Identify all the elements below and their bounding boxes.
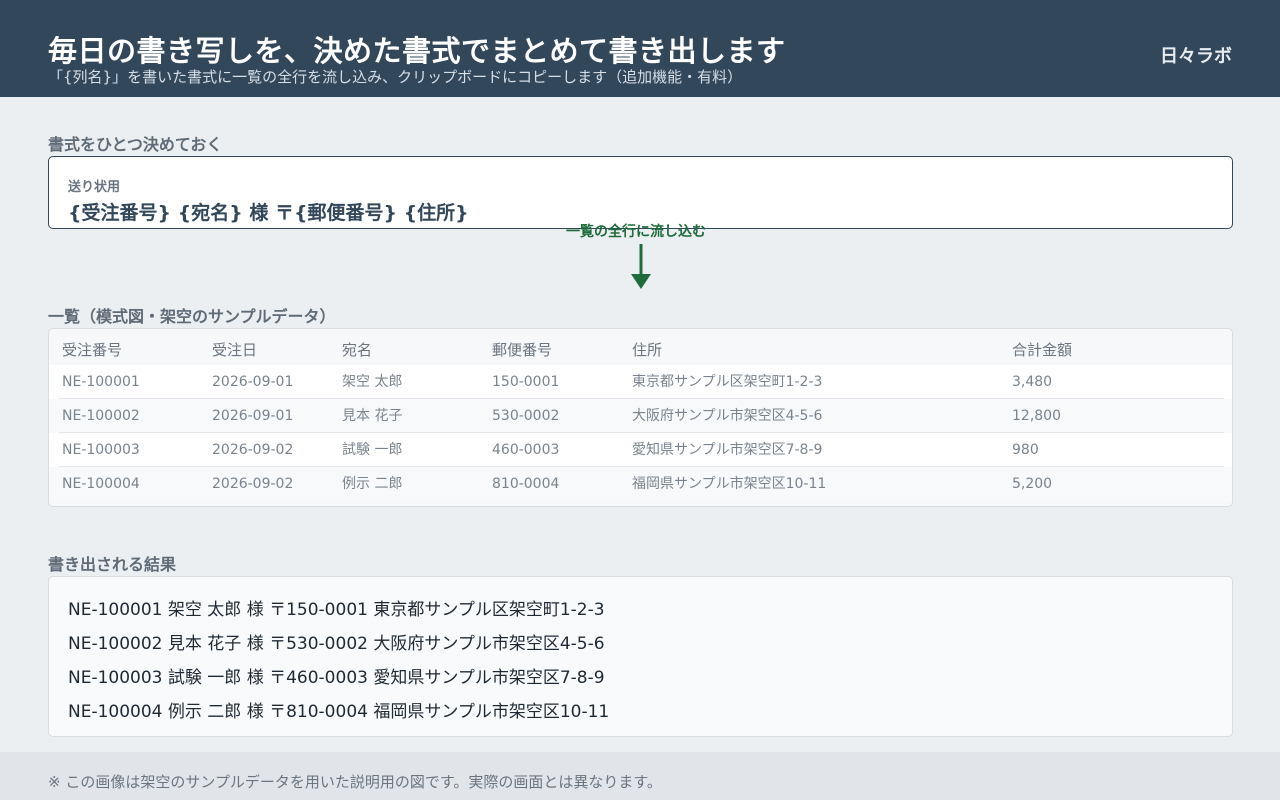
result-line: NE-100003 試験 一郎 様 〒460-0003 愛知県サンプル市架空区7… [68,668,605,688]
table-row: NE-100003 2026-09-02 試験 一郎 460-0003 愛知県サ… [49,433,1232,467]
result-section-label: 書き出される結果 [48,555,177,574]
page-subtitle: 「{列名}」を書いた書式に一覧の全行を流し込み、クリップボードにコピーします（追… [48,68,743,86]
table-cell: 見本 花子 [342,408,403,424]
column-header: 宛名 [342,341,373,359]
table-cell: 愛知県サンプル市架空区7-8-9 [632,442,823,458]
table-cell: 150-0001 [492,374,560,390]
table-cell: NE-100002 [62,408,140,424]
table-cell: 2026-09-02 [212,442,294,458]
app-header: 毎日の書き写しを、決めた書式でまとめて書き出します 「{列名}」を書いた書式に一… [0,0,1280,97]
result-line: NE-100001 架空 太郎 様 〒150-0001 東京都サンプル区架空町1… [68,600,605,620]
table-header-row: 受注番号 受注日 宛名 郵便番号 住所 合計金額 [49,333,1232,363]
brand-logo: 日々ラボ [1160,46,1232,67]
table-section-label: 一覧（模式図・架空のサンプルデータ） [48,307,336,326]
table-cell: 2026-09-01 [212,408,294,424]
table-cell: 福岡県サンプル市架空区10-11 [632,476,827,492]
column-header: 受注日 [212,341,258,359]
table-cell: 2026-09-01 [212,374,294,390]
result-line: NE-100002 見本 花子 様 〒530-0002 大阪府サンプル市架空区4… [68,634,605,654]
table-cell: 460-0003 [492,442,560,458]
table-row: NE-100001 2026-09-01 架空 太郎 150-0001 東京都サ… [49,365,1232,399]
table-cell: 東京都サンプル区架空町1-2-3 [632,374,823,390]
table-cell: 980 [1012,442,1039,458]
page-title: 毎日の書き写しを、決めた書式でまとめて書き出します [48,34,786,68]
arrow-down-icon [631,244,651,289]
column-header: 受注番号 [62,341,123,359]
format-template-box[interactable]: 送り状用 {受注番号} {宛名} 様 〒{郵便番号} {住所} [48,156,1233,229]
table-row: NE-100004 2026-09-02 例示 二郎 810-0004 福岡県サ… [49,467,1232,501]
column-header: 住所 [632,341,663,359]
table-cell: 12,800 [1012,408,1061,424]
table-cell: 試験 一郎 [342,442,403,458]
data-table: 受注番号 受注日 宛名 郵便番号 住所 合計金額 NE-100001 2026-… [48,328,1233,507]
result-output-box[interactable]: NE-100001 架空 太郎 様 〒150-0001 東京都サンプル区架空町1… [48,576,1233,737]
table-cell: NE-100001 [62,374,140,390]
table-row: NE-100002 2026-09-01 見本 花子 530-0002 大阪府サ… [49,399,1232,433]
column-header: 合計金額 [1012,341,1073,359]
table-cell: 810-0004 [492,476,560,492]
format-section-label: 書式をひとつ決めておく [48,135,223,154]
flow-label: 一覧の全行に流し込む [566,224,706,240]
table-cell: 5,200 [1012,476,1053,492]
table-cell: NE-100003 [62,442,140,458]
table-cell: 大阪府サンプル市架空区4-5-6 [632,408,823,424]
table-cell: 530-0002 [492,408,560,424]
table-cell: NE-100004 [62,476,140,492]
result-line: NE-100004 例示 二郎 様 〒810-0004 福岡県サンプル市架空区1… [68,702,610,722]
footer: ※ この画像は架空のサンプルデータを用いた説明用の図です。実際の画面とは異なりま… [0,752,1280,800]
table-cell: 例示 二郎 [342,476,403,492]
column-header: 郵便番号 [492,341,553,359]
table-cell: 架空 太郎 [342,374,403,390]
disclaimer-note: ※ この画像は架空のサンプルデータを用いた説明用の図です。実際の画面とは異なりま… [48,773,662,791]
table-cell: 2026-09-02 [212,476,294,492]
format-template-text[interactable]: {受注番号} {宛名} 様 〒{郵便番号} {住所} [68,198,469,225]
table-cell: 3,480 [1012,374,1053,390]
format-caption: 送り状用 [68,180,121,195]
